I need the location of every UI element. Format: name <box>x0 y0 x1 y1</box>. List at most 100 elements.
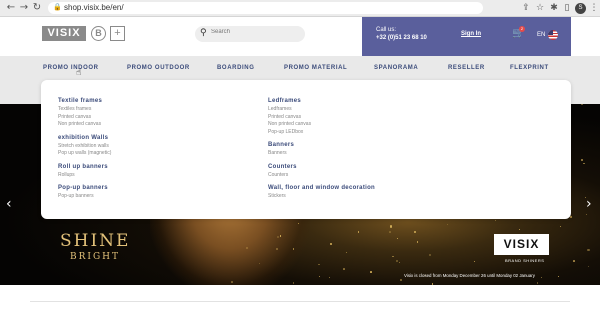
profile-avatar[interactable]: S <box>575 3 586 14</box>
nav-reseller[interactable]: RESELLER <box>448 65 485 71</box>
call-label: Call us: <box>376 27 397 33</box>
call-number[interactable]: +32 (0)51 23 68 10 <box>376 35 427 41</box>
sparkle-dot <box>559 225 561 227</box>
sparkle-dot <box>318 264 320 266</box>
sparkle-dot <box>540 276 543 278</box>
menu-column-left: Textile frames Textiles frames Printed c… <box>58 97 258 206</box>
sparkle-dot <box>518 229 520 231</box>
sparkle-dot <box>345 251 347 254</box>
reload-icon[interactable]: ↻ <box>31 2 43 14</box>
menu-group-title[interactable]: exhibition Walls <box>58 134 258 143</box>
sparkle-dot <box>318 275 320 277</box>
menu-link[interactable]: Stickers <box>268 193 468 201</box>
menu-group-title[interactable]: Ledframes <box>268 97 468 106</box>
hero-visix-badge: VISIX <box>494 234 549 255</box>
sparkle-dot <box>231 281 233 283</box>
sparkle-dot <box>585 214 587 216</box>
lock-icon: 🔒 <box>53 3 62 11</box>
sparkle-dot <box>279 235 282 237</box>
menu-link[interactable]: Non printed canvas <box>58 121 258 129</box>
menu-link[interactable]: Pop-up banners <box>58 193 258 201</box>
carousel-next-icon[interactable]: › <box>586 196 592 212</box>
sparkle-dot <box>587 248 590 251</box>
search-box: ⚲ <box>195 26 305 42</box>
menu-link[interactable]: Counters <box>268 172 468 180</box>
promo-indoor-mega-menu: Textile frames Textiles frames Printed c… <box>41 80 571 219</box>
address-bar[interactable]: 🔒 shop.visix.be/en/ <box>48 2 483 14</box>
sparkle-dot <box>446 223 449 225</box>
sparkle-dot <box>581 104 583 106</box>
menu-link[interactable]: Pop up walls (magnetic) <box>58 150 258 158</box>
nav-promo-indoor[interactable]: PROMO INDOOR <box>43 65 99 71</box>
content-area <box>0 285 600 322</box>
menu-link[interactable]: Pop-up LEDbox <box>268 129 468 137</box>
sparkle-dot <box>474 261 476 263</box>
cart-count-badge: 2 <box>519 26 525 32</box>
visix-logo[interactable]: VISIX <box>42 26 86 41</box>
nav-promo-material[interactable]: PROMO MATERIAL <box>284 65 347 71</box>
menu-link[interactable]: Rollups <box>58 172 258 180</box>
nav-spanorama[interactable]: SPANORAMA <box>374 65 418 71</box>
sparkle-dot <box>399 279 402 282</box>
sparkle-dot <box>277 235 280 238</box>
menu-group-title[interactable]: Pop-up banners <box>58 184 258 193</box>
back-icon[interactable]: ← <box>5 2 17 14</box>
menu-link[interactable]: Ledframes <box>268 106 468 114</box>
sparkle-dot <box>414 231 417 234</box>
nav-boarding[interactable]: BOARDING <box>217 65 254 71</box>
divider <box>30 301 570 302</box>
sparkle-dot <box>369 270 372 273</box>
menu-group-title[interactable]: Banners <box>268 141 468 150</box>
sign-in-link[interactable]: Sign In <box>461 31 481 37</box>
menu-group: Ledframes Ledframes Printed canvas Non p… <box>268 97 468 136</box>
forward-icon[interactable]: → <box>18 2 30 14</box>
nav-promo-outdoor[interactable]: PROMO OUTDOOR <box>127 65 190 71</box>
sparkle-dot <box>392 255 394 258</box>
contact-panel: Call us: +32 (0)51 23 68 10 Sign In 🛒 2 … <box>362 17 571 56</box>
language-selector[interactable]: EN <box>537 32 545 38</box>
menu-link[interactable]: Non printed canvas <box>268 121 468 129</box>
sparkle-dot <box>328 277 330 278</box>
sparkle-dot <box>397 237 399 239</box>
sparkle-dot <box>388 230 391 233</box>
sparkle-dot <box>583 162 585 165</box>
menu-group: Roll up banners Rollups <box>58 163 258 180</box>
menu-link[interactable]: Banners <box>268 150 468 158</box>
extensions-icon[interactable]: ✱ <box>548 2 560 14</box>
sparkle-dot <box>428 254 431 257</box>
url-text[interactable]: shop.visix.be/en/ <box>64 3 124 13</box>
sparkle-dot <box>572 259 575 262</box>
sparkle-dot <box>581 158 584 162</box>
us-flag-icon[interactable] <box>548 30 558 40</box>
hero-badge-caption: BRAND SHINERS <box>505 258 545 263</box>
menu-group: Pop-up banners Pop-up banners <box>58 184 258 201</box>
search-icon[interactable]: ⚲ <box>200 28 207 38</box>
menu-link[interactable]: Printed canvas <box>58 114 258 122</box>
menu-group: Banners Banners <box>268 141 468 158</box>
site-header: VISIX B + ⚲ Call us: +32 (0)51 23 68 10 … <box>0 17 600 56</box>
menu-group-title[interactable]: Textile frames <box>58 97 258 106</box>
hero-subline: BRIGHT <box>70 252 120 262</box>
sparkle-dot <box>416 241 419 243</box>
menu-group: Textile frames Textiles frames Printed c… <box>58 97 258 129</box>
logo-b-mark[interactable]: B <box>91 26 106 41</box>
closing-notice: Visix is closed from Monday December 26 … <box>404 273 535 278</box>
menu-group-title[interactable]: Roll up banners <box>58 163 258 172</box>
menu-link[interactable]: Textiles frames <box>58 106 258 114</box>
share-icon[interactable]: ⇪ <box>520 2 532 14</box>
sidebar-icon[interactable]: ▯ <box>561 2 573 14</box>
menu-group: exhibition Walls Stretch exhibition wall… <box>58 134 258 158</box>
sparkle-dot <box>558 275 560 277</box>
menu-link[interactable]: Printed canvas <box>268 114 468 122</box>
menu-group-title[interactable]: Wall, floor and window decoration <box>268 184 468 193</box>
menu-kebab-icon[interactable]: ⋮ <box>588 2 600 14</box>
sparkle-dot <box>390 225 393 228</box>
carousel-prev-icon[interactable]: ‹ <box>6 196 12 212</box>
nav-flexprint[interactable]: FLEXPRINT <box>510 65 549 71</box>
hero-headline: SHINE <box>60 231 131 251</box>
logo-plus-mark[interactable]: + <box>110 26 125 41</box>
bookmark-star-icon[interactable]: ☆ <box>534 2 546 14</box>
menu-link[interactable]: Stretch exhibition walls <box>58 143 258 151</box>
search-input[interactable] <box>211 29 299 35</box>
menu-group-title[interactable]: Counters <box>268 163 468 172</box>
